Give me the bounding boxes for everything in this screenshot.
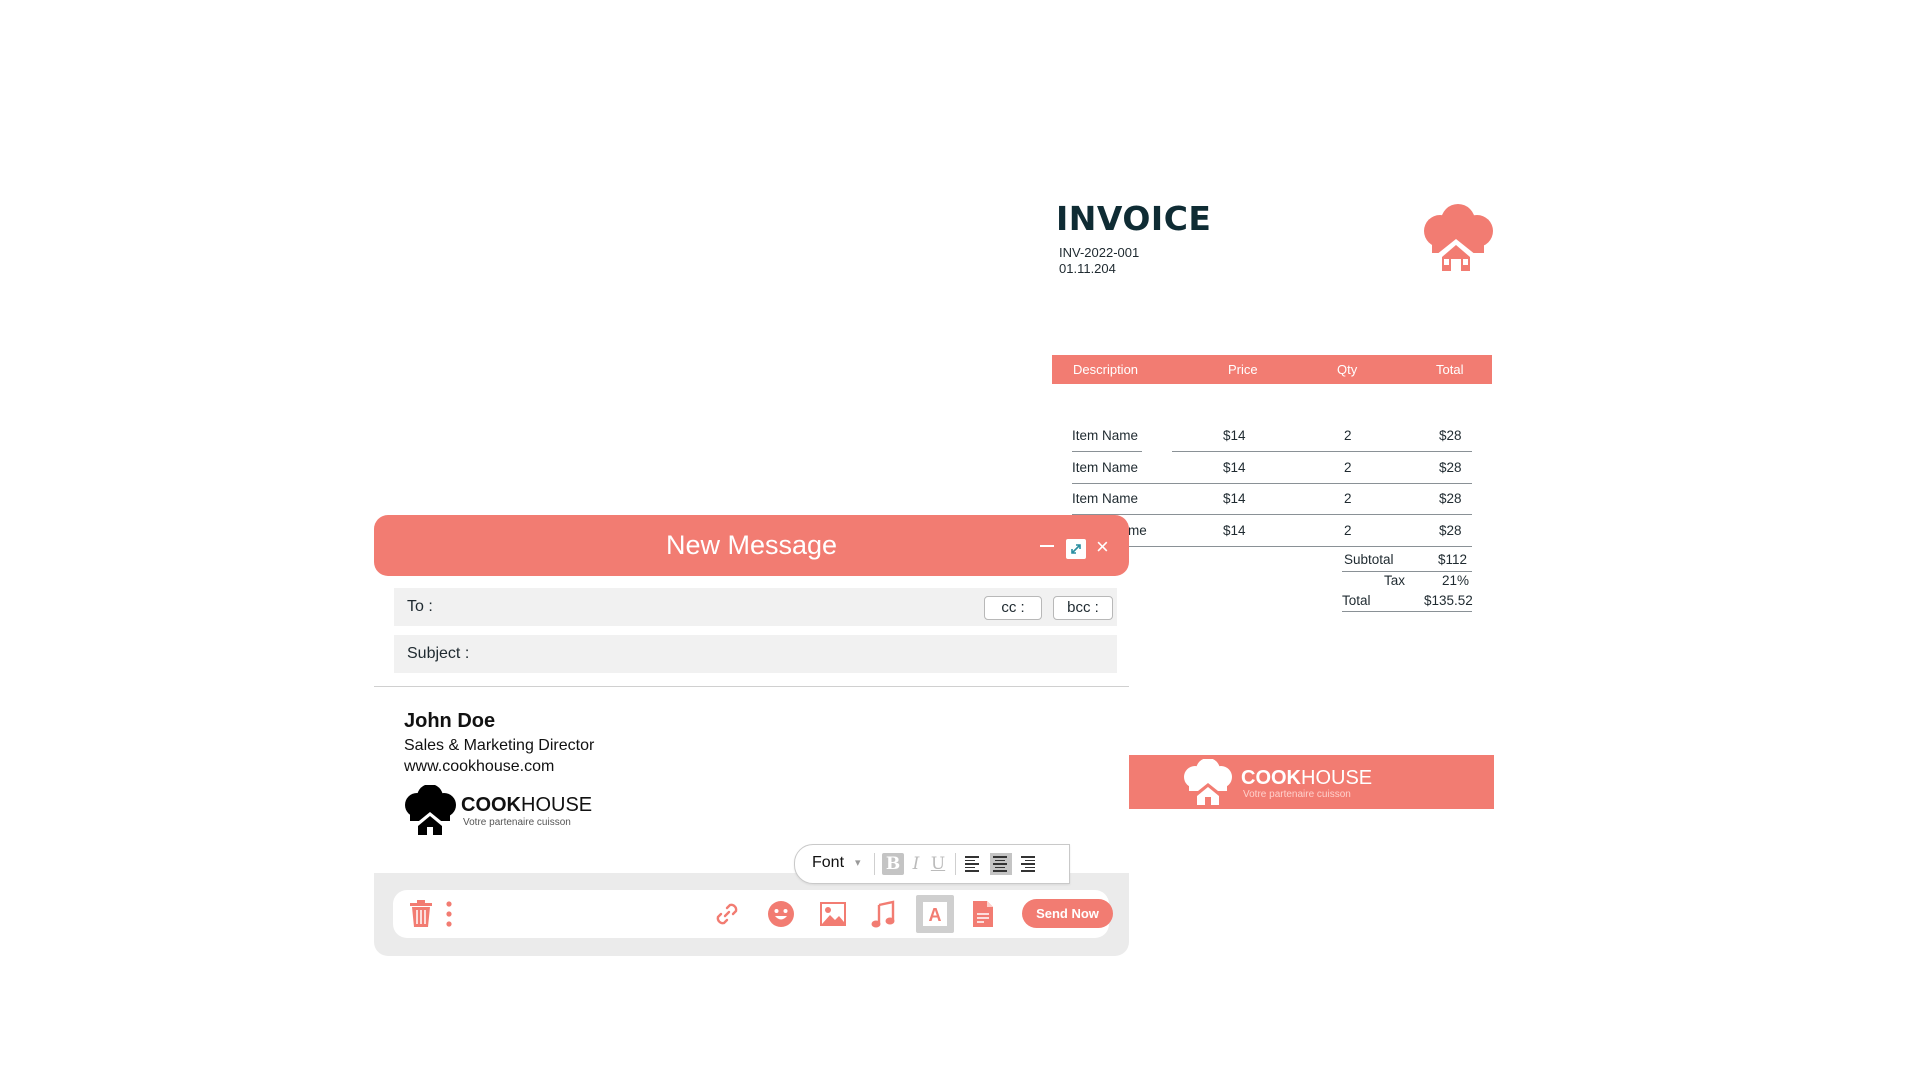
bold-button[interactable]: B [882,853,904,875]
align-left-icon[interactable] [962,853,984,875]
row-description: Item Name [1072,428,1139,443]
music-icon[interactable] [867,898,899,930]
format-toolbar: Font ▾ B I U [794,844,1070,884]
signature-name: John Doe [404,710,496,732]
more-icon[interactable] [433,898,465,930]
invoice-date: 01.11.204 [1059,261,1116,276]
svg-text:A: A [929,905,942,925]
emoji-icon[interactable] [765,898,797,930]
row-total: $28 [1439,523,1462,538]
row-price: $14 [1223,428,1246,443]
align-right-icon[interactable] [1018,853,1040,875]
send-now-button[interactable]: Send Now [1022,899,1113,928]
row-description: Item Name [1072,491,1139,506]
invoice-table-header: Description Price Qty Total [1052,355,1492,384]
row-total: $28 [1439,491,1462,506]
composer-titlebar: New Message × [374,515,1129,576]
document-icon[interactable] [967,898,999,930]
tax-value: 21% [1442,573,1470,588]
bcc-button[interactable]: bcc : [1053,596,1113,620]
subject-label: Subject : [407,645,470,662]
row-total: $28 [1439,460,1462,475]
invoice-number: INV-2022-001 [1059,245,1140,260]
action-bar-inner: A Send Now [393,890,1113,938]
row-price: $14 [1223,491,1246,506]
to-field[interactable]: To : cc : bcc : [394,588,1117,626]
row-qty: 2 [1344,460,1352,475]
action-bar: A Send Now [374,873,1129,956]
row-price: $14 [1223,460,1246,475]
signature-tagline: Votre partenaire cuisson [463,817,571,828]
invoice-row: me $14 2 $28 [1072,523,1472,547]
divider [374,686,1129,687]
tax-label: Tax [1384,573,1406,588]
total-value: $135.52 [1424,593,1473,608]
invoice-row: Item Name $14 2 $28 [1072,428,1472,452]
align-center-icon[interactable] [990,853,1012,875]
cookhouse-logo-icon [1424,204,1493,273]
header-total: Total [1436,362,1464,377]
link-icon[interactable] [711,898,743,930]
row-qty: 2 [1344,428,1352,443]
header-qty: Qty [1337,362,1358,377]
text-icon[interactable]: A [916,895,954,933]
subject-field[interactable]: Subject : [394,635,1117,673]
subtotal-value: $112 [1438,552,1468,567]
invoice-title: INVOICE [1056,199,1212,238]
row-price: $14 [1223,523,1246,538]
row-qty: 2 [1344,523,1352,538]
row-qty: 2 [1344,491,1352,506]
signature-role: Sales & Marketing Director [404,737,595,754]
subtotal-label: Subtotal [1344,552,1394,567]
cc-button[interactable]: cc : [984,596,1042,620]
to-label: To : [407,598,433,615]
font-select[interactable]: Font [812,854,844,872]
chevron-down-icon[interactable]: ▾ [855,856,861,869]
image-icon[interactable] [817,898,849,930]
underline-button[interactable]: U [927,853,949,875]
expand-icon[interactable] [1066,539,1086,559]
invoice-row: Item Name $14 2 $28 [1072,460,1472,484]
banner-tagline: Votre partenaire cuisson [1243,789,1351,800]
signature-website: www.cookhouse.com [404,758,555,775]
row-description: Item Name [1072,460,1139,475]
header-price: Price [1228,362,1258,377]
cookhouse-logo-icon [1184,759,1232,805]
cookhouse-banner: COOKHOUSE Votre partenaire cuisson [1129,755,1494,809]
total-label: Total [1342,593,1371,608]
banner-brand: COOKHOUSE [1241,767,1373,789]
invoice-row: Item Name $14 2 $28 [1072,491,1472,515]
row-total: $28 [1439,428,1462,443]
signature-brand: COOKHOUSE [461,794,593,816]
invoice: INVOICE INV-2022-001 01.11.204 Descripti… [1052,195,1497,612]
italic-button[interactable]: I [905,853,927,875]
header-description: Description [1073,362,1139,377]
minimize-icon[interactable] [1040,545,1054,547]
cookhouse-logo-icon [405,785,456,835]
composer-title: New Message [665,530,838,560]
close-icon[interactable]: × [1096,532,1109,562]
row-description: me [1128,523,1147,538]
